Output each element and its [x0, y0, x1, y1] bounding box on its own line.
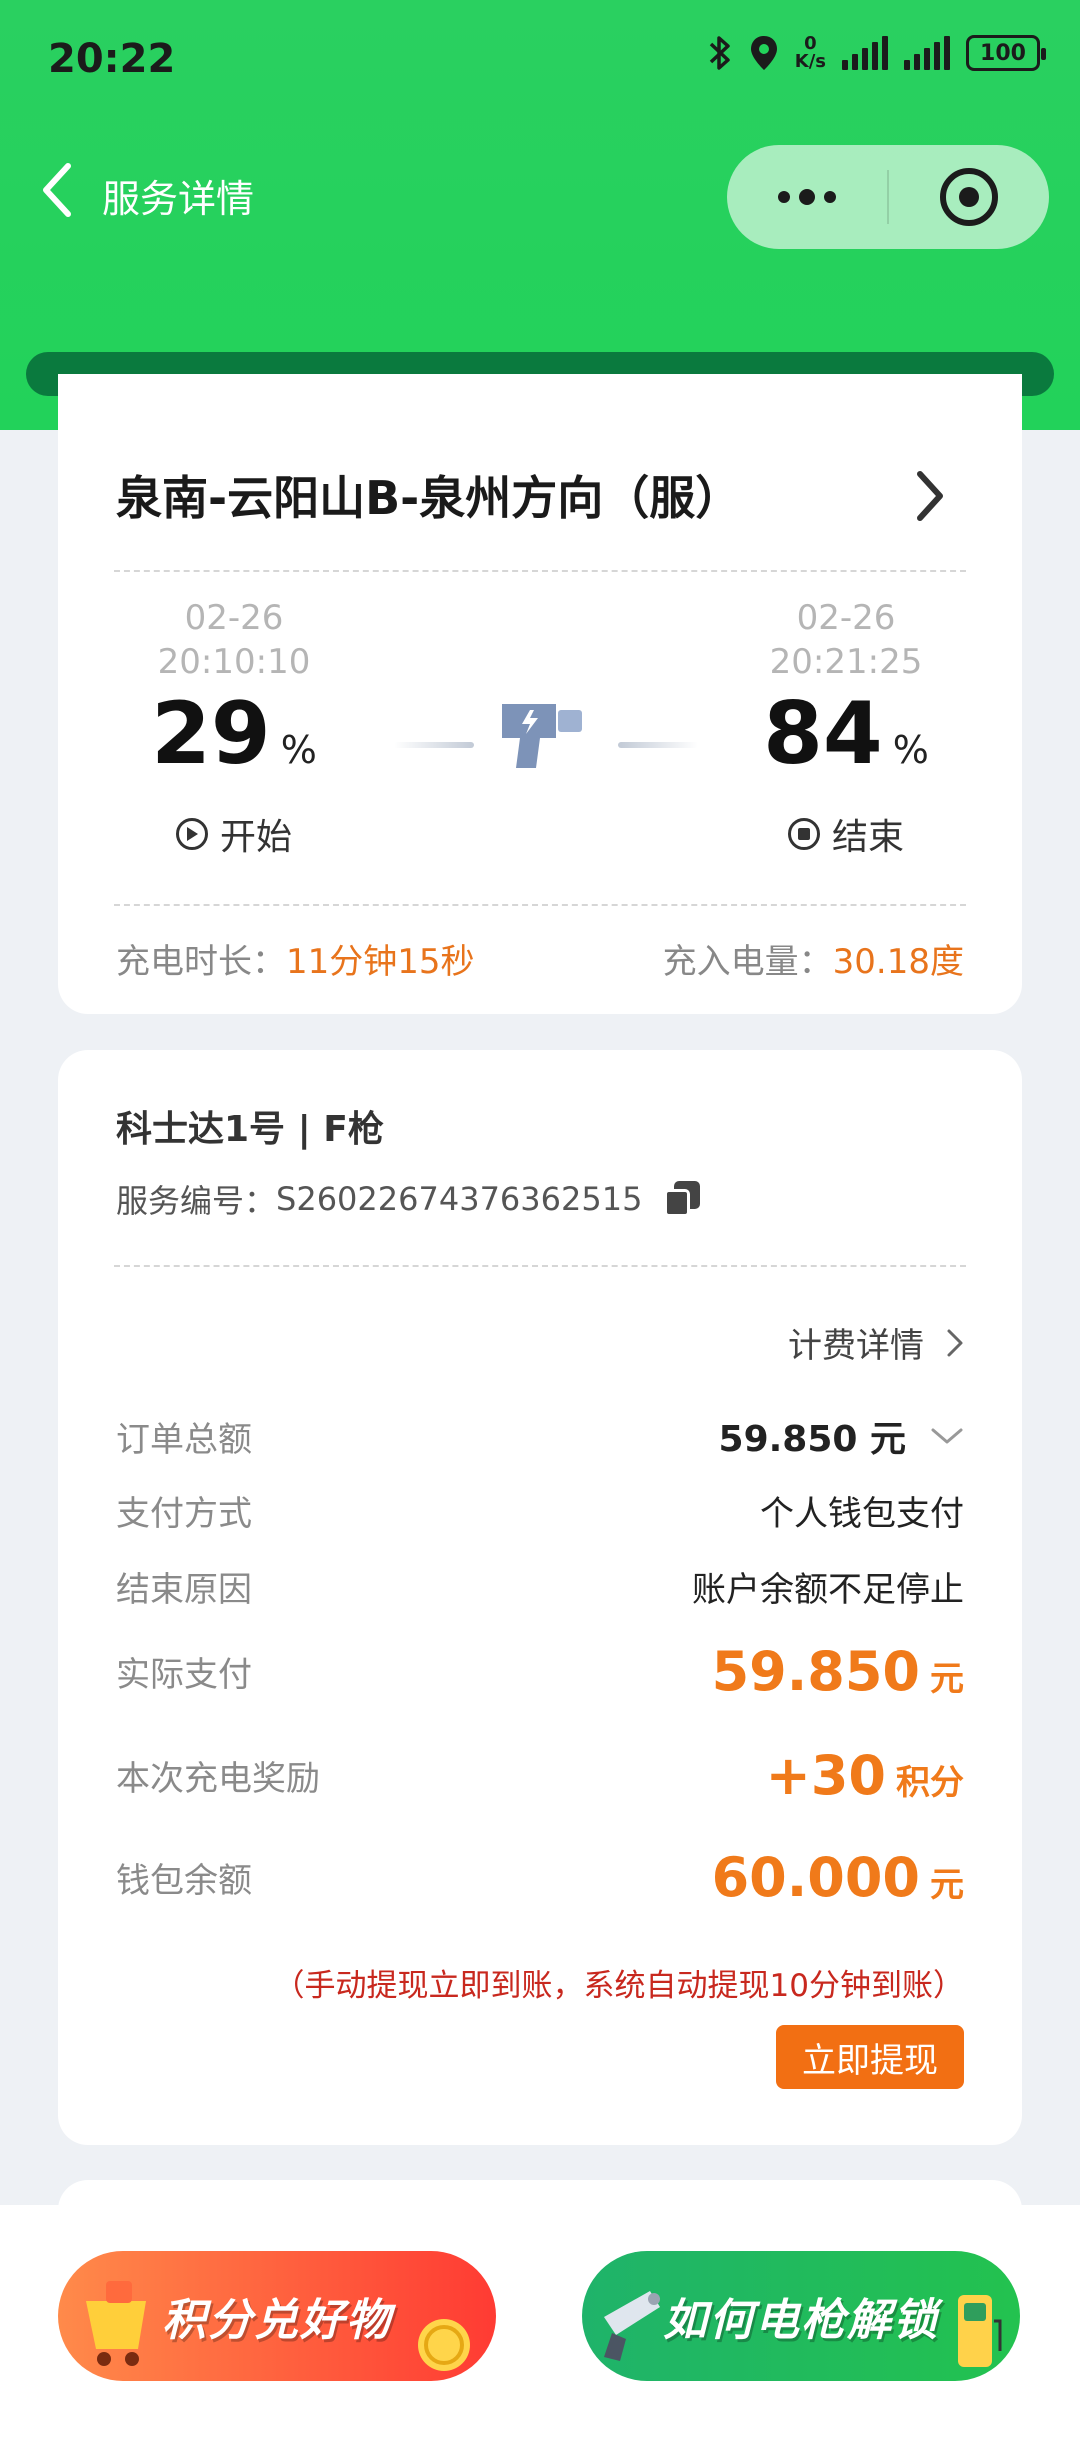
status-time: 20:22	[48, 36, 176, 82]
start-percent: 29%	[104, 684, 364, 784]
wallet-balance-row: 钱包余额 60.000 元	[116, 1846, 964, 1909]
location-icon	[750, 36, 777, 70]
status-bar: 20:22 0 K/s 100	[0, 0, 1080, 120]
dot-icon	[799, 189, 815, 205]
divider	[114, 904, 966, 906]
target-icon	[940, 168, 998, 226]
start-percent-value: 29	[151, 684, 271, 784]
charger-plug-icon	[502, 704, 582, 768]
chevron-down-icon	[931, 1428, 963, 1444]
payment-method-label: 支付方式	[116, 1494, 252, 1534]
net-speed-unit: K/s	[794, 51, 826, 72]
actual-payment-label: 实际支付	[116, 1655, 252, 1695]
play-icon	[175, 818, 208, 850]
end-reason-row: 结束原因 账户余额不足停止	[116, 1562, 964, 1611]
end-reason-value: 账户余额不足停止	[692, 1570, 964, 1610]
bluetooth-icon	[709, 36, 730, 70]
reward-row: 本次充电奖励 +30 积分	[116, 1744, 964, 1807]
order-detail-card: 科士达1号 | F枪 服务编号： S26022674376362515 计费详情…	[58, 1050, 1022, 2145]
start-label: 开始	[219, 817, 292, 858]
end-date: 02-26	[796, 598, 896, 638]
network-speed: 0 K/s	[795, 35, 826, 71]
wallet-balance-value: 60.000	[711, 1846, 920, 1909]
reward-unit: 积分	[896, 1763, 964, 1803]
unlock-guide-label: 如何电枪解锁	[663, 2295, 939, 2346]
unlock-guide-banner[interactable]: 如何电枪解锁	[582, 2251, 1020, 2381]
order-total-label: 订单总额	[116, 1419, 252, 1460]
back-arrow-icon[interactable]	[38, 160, 78, 220]
withdraw-button[interactable]: 立即提现	[776, 2025, 964, 2089]
chevron-right-icon	[947, 1329, 963, 1356]
charging-summary-card: 泉南-云阳山B-泉州方向（服） 02-26 20:10:10 29% 开始 02…	[58, 374, 1022, 1014]
end-reason-label: 结束原因	[116, 1570, 252, 1610]
charge-duration: 充电时长：11分钟15秒	[116, 934, 475, 983]
actual-payment-value: 59.850	[711, 1640, 920, 1703]
withdraw-hint: （手动提现立即到账，系统自动提现10分钟到账）	[273, 1968, 964, 2004]
page-title: 服务详情	[102, 177, 255, 221]
charging-gun-icon	[604, 2291, 660, 2361]
dot-icon	[778, 191, 790, 203]
divider	[114, 1265, 966, 1267]
duration-value: 11分钟15秒	[286, 942, 475, 982]
points-mall-label: 积分兑好物	[162, 2295, 392, 2346]
start-state: 开始	[104, 808, 364, 860]
gift-cart-icon	[86, 2281, 146, 2366]
status-icons: 0 K/s 100	[707, 34, 1046, 72]
signal-icon-1	[842, 36, 888, 70]
actual-payment-unit: 元	[930, 1659, 964, 1699]
service-number: 服务编号： S26022674376362515	[116, 1176, 702, 1222]
copy-icon[interactable]	[662, 1179, 702, 1219]
end-label: 结束	[831, 817, 904, 858]
order-total-row: 订单总额 59.850 元	[116, 1410, 964, 1462]
duration-label: 充电时长：	[116, 942, 286, 982]
start-date: 02-26	[184, 598, 284, 638]
fee-details-link[interactable]: 计费详情	[788, 1318, 964, 1367]
energy-label: 充入电量：	[662, 942, 833, 982]
reward-value: +30	[765, 1744, 886, 1807]
payment-method-value: 个人钱包支付	[760, 1494, 964, 1534]
reward-label: 本次充电奖励	[116, 1759, 320, 1799]
stop-icon	[787, 818, 820, 850]
chevron-right-icon[interactable]	[910, 466, 950, 526]
start-datetime: 02-26 20:10:10	[104, 596, 364, 684]
wallet-balance-label: 钱包余额	[116, 1861, 252, 1901]
payment-method-row: 支付方式 个人钱包支付	[116, 1486, 964, 1535]
end-percent: 84%	[716, 684, 976, 784]
service-no-value: S26022674376362515	[276, 1180, 643, 1218]
battery-level: 100	[980, 40, 1026, 66]
close-program-button[interactable]	[889, 168, 1049, 226]
order-total-value: 59.850 元	[718, 1419, 906, 1460]
mini-program-capsule	[727, 145, 1049, 249]
charging-pile-icon	[958, 2295, 1002, 2367]
more-menu-button[interactable]	[727, 145, 887, 249]
wallet-balance-unit: 元	[930, 1865, 964, 1905]
end-time: 20:21:25	[769, 642, 923, 682]
end-datetime: 02-26 20:21:25	[716, 596, 976, 684]
progress-line-right	[618, 742, 698, 748]
station-name[interactable]: 泉南-云阳山B-泉州方向（服）	[116, 462, 741, 528]
progress-line-left	[394, 742, 474, 748]
divider	[114, 570, 966, 572]
charge-energy: 充入电量：30.18度	[663, 934, 964, 983]
start-time: 20:10:10	[157, 642, 311, 682]
actual-payment-row: 实际支付 59.850 元	[116, 1640, 964, 1703]
points-mall-banner[interactable]: 积分兑好物	[58, 2251, 496, 2381]
percent-sign: %	[280, 728, 317, 772]
dot-icon	[824, 191, 836, 203]
end-percent-value: 84	[763, 684, 883, 784]
coin-icon	[418, 2319, 470, 2371]
battery-icon: 100	[966, 35, 1046, 71]
fee-details-label: 计费详情	[788, 1326, 924, 1366]
end-state: 结束	[716, 808, 976, 860]
bottom-promo-bar: 积分兑好物 如何电枪解锁	[0, 2205, 1080, 2440]
order-total-toggle[interactable]: 59.850 元	[719, 1410, 964, 1462]
service-no-label: 服务编号：	[116, 1182, 277, 1220]
energy-value: 30.18度	[832, 942, 964, 982]
signal-icon-2	[904, 36, 950, 70]
percent-sign: %	[892, 728, 929, 772]
charger-gun-title: 科士达1号 | F枪	[116, 1109, 384, 1150]
